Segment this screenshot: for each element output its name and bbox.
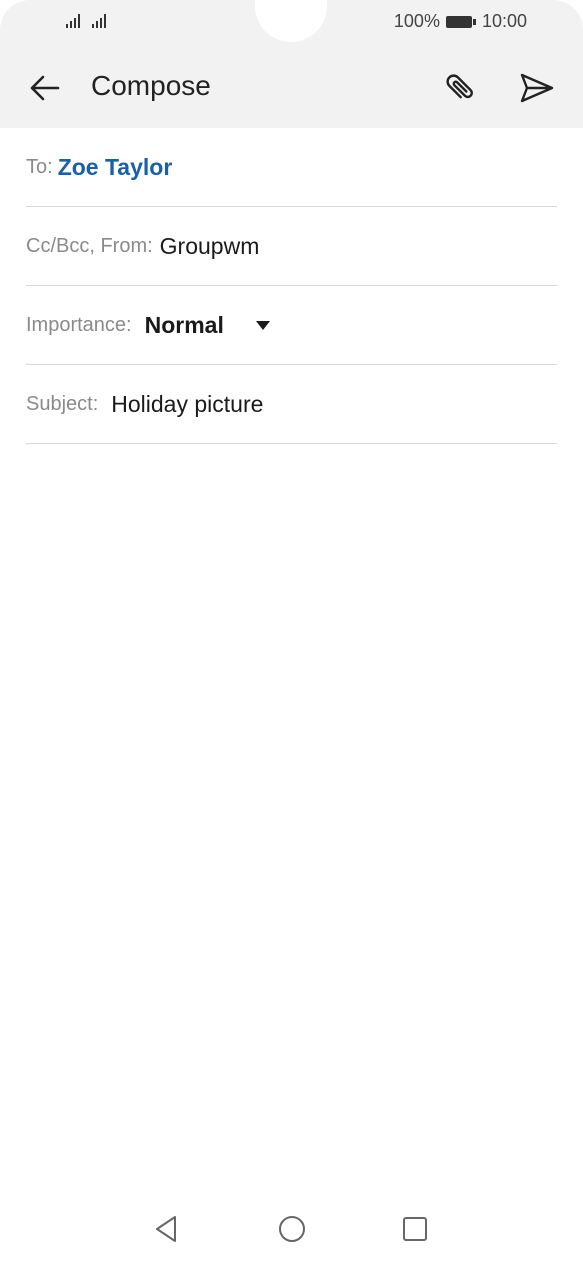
dropdown-arrow-icon[interactable] xyxy=(255,320,270,330)
nav-back-button[interactable] xyxy=(152,1214,182,1244)
send-icon xyxy=(520,73,554,103)
camera-notch xyxy=(255,0,327,42)
nav-home-button[interactable] xyxy=(277,1214,307,1244)
recipient-chip[interactable]: Zoe Taylor xyxy=(58,154,173,181)
paperclip-icon xyxy=(446,74,473,99)
send-button[interactable] xyxy=(517,68,557,108)
subject-label: Subject: xyxy=(26,392,99,415)
subject-field[interactable]: Subject: Holiday picture xyxy=(26,365,557,444)
to-field[interactable]: To: Zoe Taylor xyxy=(26,128,557,207)
page-title: Compose xyxy=(91,70,211,101)
signal-icon xyxy=(66,12,80,28)
clock: 10:00 xyxy=(481,11,527,31)
back-button[interactable] xyxy=(26,68,66,108)
app-bar: Compose xyxy=(0,58,583,118)
back-triangle-icon xyxy=(156,1216,176,1242)
importance-select[interactable]: Normal xyxy=(145,312,224,339)
system-nav-bar xyxy=(0,1200,583,1260)
home-circle-icon xyxy=(279,1216,305,1242)
to-label: To: xyxy=(26,155,53,178)
attach-button[interactable] xyxy=(440,68,480,108)
nav-recents-button[interactable] xyxy=(400,1214,430,1244)
cc-bcc-from-label: Cc/Bcc, From: xyxy=(26,234,153,257)
recents-square-icon xyxy=(403,1217,427,1241)
signal-indicators xyxy=(66,12,106,28)
from-account-value[interactable]: Groupwm xyxy=(160,233,260,260)
importance-label: Importance: xyxy=(26,313,132,336)
subject-input[interactable]: Holiday picture xyxy=(111,391,263,418)
battery-percent: 100% xyxy=(393,11,440,31)
signal-icon xyxy=(92,12,106,28)
top-header: 100% 10:00 Compose xyxy=(0,0,583,128)
importance-field[interactable]: Importance: Normal xyxy=(26,286,557,365)
battery-icon xyxy=(445,15,476,28)
cc-bcc-from-field[interactable]: Cc/Bcc, From: Groupwm xyxy=(26,207,557,286)
arrow-left-icon xyxy=(30,75,60,101)
status-right: 100% 10:00 xyxy=(394,11,527,32)
